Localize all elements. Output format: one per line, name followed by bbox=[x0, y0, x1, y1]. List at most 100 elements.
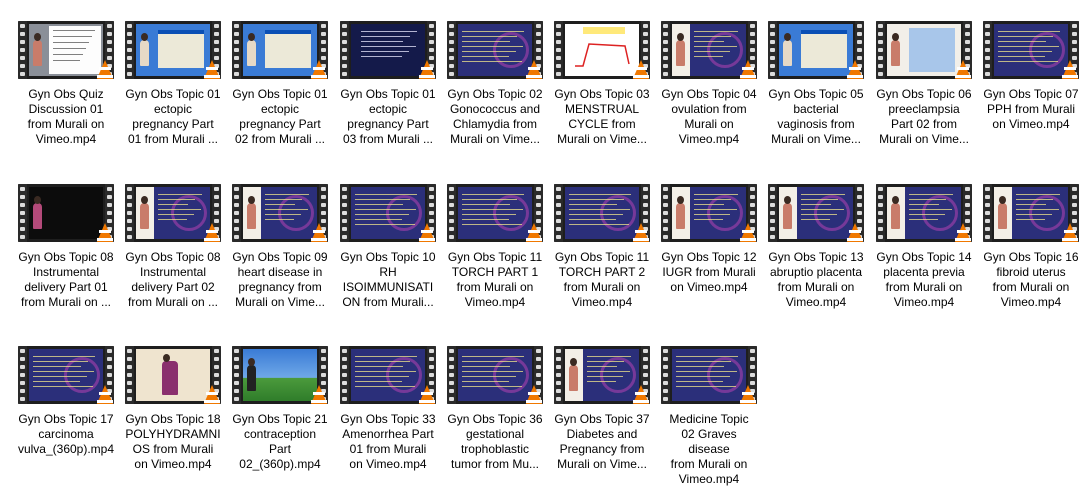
film-perforation bbox=[429, 373, 434, 377]
video-thumbnail[interactable] bbox=[125, 184, 221, 242]
film-perforation bbox=[107, 211, 112, 215]
film-perforation bbox=[214, 24, 219, 28]
video-thumbnail[interactable] bbox=[447, 346, 543, 404]
app-window bbox=[265, 30, 311, 68]
film-perforation bbox=[556, 72, 561, 76]
video-thumbnail[interactable] bbox=[447, 21, 543, 79]
film-perforation bbox=[556, 187, 561, 191]
slide-text-line bbox=[33, 376, 87, 377]
slide-text-line bbox=[53, 42, 89, 43]
film-perforation bbox=[127, 211, 132, 215]
film-perforation bbox=[1072, 48, 1077, 52]
video-frame bbox=[29, 187, 103, 239]
slide-text-line bbox=[33, 356, 95, 357]
film-perforation bbox=[536, 48, 541, 52]
slide-text-line bbox=[265, 219, 294, 220]
film-perforation bbox=[127, 397, 132, 401]
slide-swirl bbox=[171, 195, 207, 231]
film-perforation bbox=[985, 211, 990, 215]
video-thumbnail[interactable] bbox=[232, 184, 328, 242]
film-perforation bbox=[342, 72, 347, 76]
film-perforation bbox=[342, 195, 347, 199]
film-perforation bbox=[449, 349, 454, 353]
presenter-figure bbox=[33, 33, 42, 66]
film-perforation bbox=[20, 389, 25, 393]
film-perforation bbox=[429, 357, 434, 361]
slide-text-line bbox=[462, 41, 510, 42]
video-thumbnail[interactable] bbox=[125, 21, 221, 79]
video-thumbnail[interactable] bbox=[876, 184, 972, 242]
video-thumbnail[interactable] bbox=[661, 184, 757, 242]
film-perforation bbox=[429, 195, 434, 199]
slide-page bbox=[49, 26, 101, 74]
film-perforation bbox=[663, 389, 668, 393]
slide-text-line bbox=[158, 209, 201, 210]
film-perforation bbox=[127, 365, 132, 369]
file-name-label: Gyn Obs Topic 04 ovulation from Murali o… bbox=[661, 87, 757, 146]
film-perforation bbox=[449, 48, 454, 52]
presenter-figure bbox=[783, 196, 792, 229]
film-perforation bbox=[234, 40, 239, 44]
film-strip-left bbox=[125, 346, 134, 404]
film-perforation bbox=[234, 72, 239, 76]
video-thumbnail[interactable] bbox=[768, 184, 864, 242]
file-name-label: Gyn Obs Quiz Discussion 01 from Murali o… bbox=[27, 87, 105, 146]
film-perforation bbox=[20, 40, 25, 44]
film-perforation bbox=[429, 32, 434, 36]
video-thumbnail[interactable] bbox=[661, 346, 757, 404]
video-thumbnail[interactable] bbox=[768, 21, 864, 79]
slide-swirl bbox=[600, 357, 636, 393]
video-thumbnail[interactable] bbox=[340, 346, 436, 404]
presenter-figure bbox=[247, 358, 256, 391]
film-perforation bbox=[857, 187, 862, 191]
video-thumbnail[interactable] bbox=[18, 21, 114, 79]
film-perforation bbox=[770, 72, 775, 76]
video-thumbnail[interactable] bbox=[340, 184, 436, 242]
video-thumbnail[interactable] bbox=[232, 21, 328, 79]
vlc-cone-icon bbox=[1061, 223, 1079, 242]
video-thumbnail[interactable] bbox=[983, 21, 1079, 79]
film-perforation bbox=[556, 195, 561, 199]
film-perforation bbox=[770, 187, 775, 191]
slide-text-line bbox=[265, 214, 301, 215]
film-perforation bbox=[342, 48, 347, 52]
film-perforation bbox=[556, 32, 561, 36]
film-perforation bbox=[429, 40, 434, 44]
slide-text-line bbox=[355, 204, 403, 205]
film-perforation bbox=[1072, 195, 1077, 199]
video-thumbnail[interactable] bbox=[232, 346, 328, 404]
slide-text-line bbox=[158, 199, 195, 200]
film-perforation bbox=[107, 357, 112, 361]
film-perforation bbox=[342, 56, 347, 60]
video-thumbnail[interactable] bbox=[983, 184, 1079, 242]
film-perforation bbox=[127, 32, 132, 36]
film-perforation bbox=[643, 357, 648, 361]
film-perforation bbox=[127, 235, 132, 239]
slide-text-line bbox=[694, 209, 737, 210]
film-perforation bbox=[663, 32, 668, 36]
video-thumbnail[interactable] bbox=[876, 21, 972, 79]
file-name-label: Gyn Obs Topic 10 RH ISOIMMUNISATI ON fro… bbox=[340, 250, 436, 309]
video-thumbnail[interactable] bbox=[18, 184, 114, 242]
film-perforation bbox=[556, 219, 561, 223]
film-perforation bbox=[556, 227, 561, 231]
video-thumbnail[interactable] bbox=[661, 21, 757, 79]
video-thumbnail[interactable] bbox=[340, 21, 436, 79]
video-thumbnail[interactable] bbox=[554, 346, 650, 404]
vlc-cone-icon bbox=[632, 385, 650, 404]
film-perforation bbox=[20, 227, 25, 231]
slide-text-line bbox=[998, 41, 1046, 42]
slide-text-line bbox=[355, 199, 410, 200]
video-frame bbox=[994, 24, 1068, 76]
video-thumbnail[interactable] bbox=[554, 184, 650, 242]
film-perforation bbox=[985, 32, 990, 36]
film-perforation bbox=[127, 219, 132, 223]
slide-text-line bbox=[694, 51, 730, 52]
video-thumbnail[interactable] bbox=[125, 346, 221, 404]
video-thumbnail[interactable] bbox=[447, 184, 543, 242]
video-thumbnail[interactable] bbox=[554, 21, 650, 79]
film-perforation bbox=[214, 203, 219, 207]
film-strip-left bbox=[340, 184, 349, 242]
video-thumbnail[interactable] bbox=[18, 346, 114, 404]
film-perforation bbox=[107, 24, 112, 28]
